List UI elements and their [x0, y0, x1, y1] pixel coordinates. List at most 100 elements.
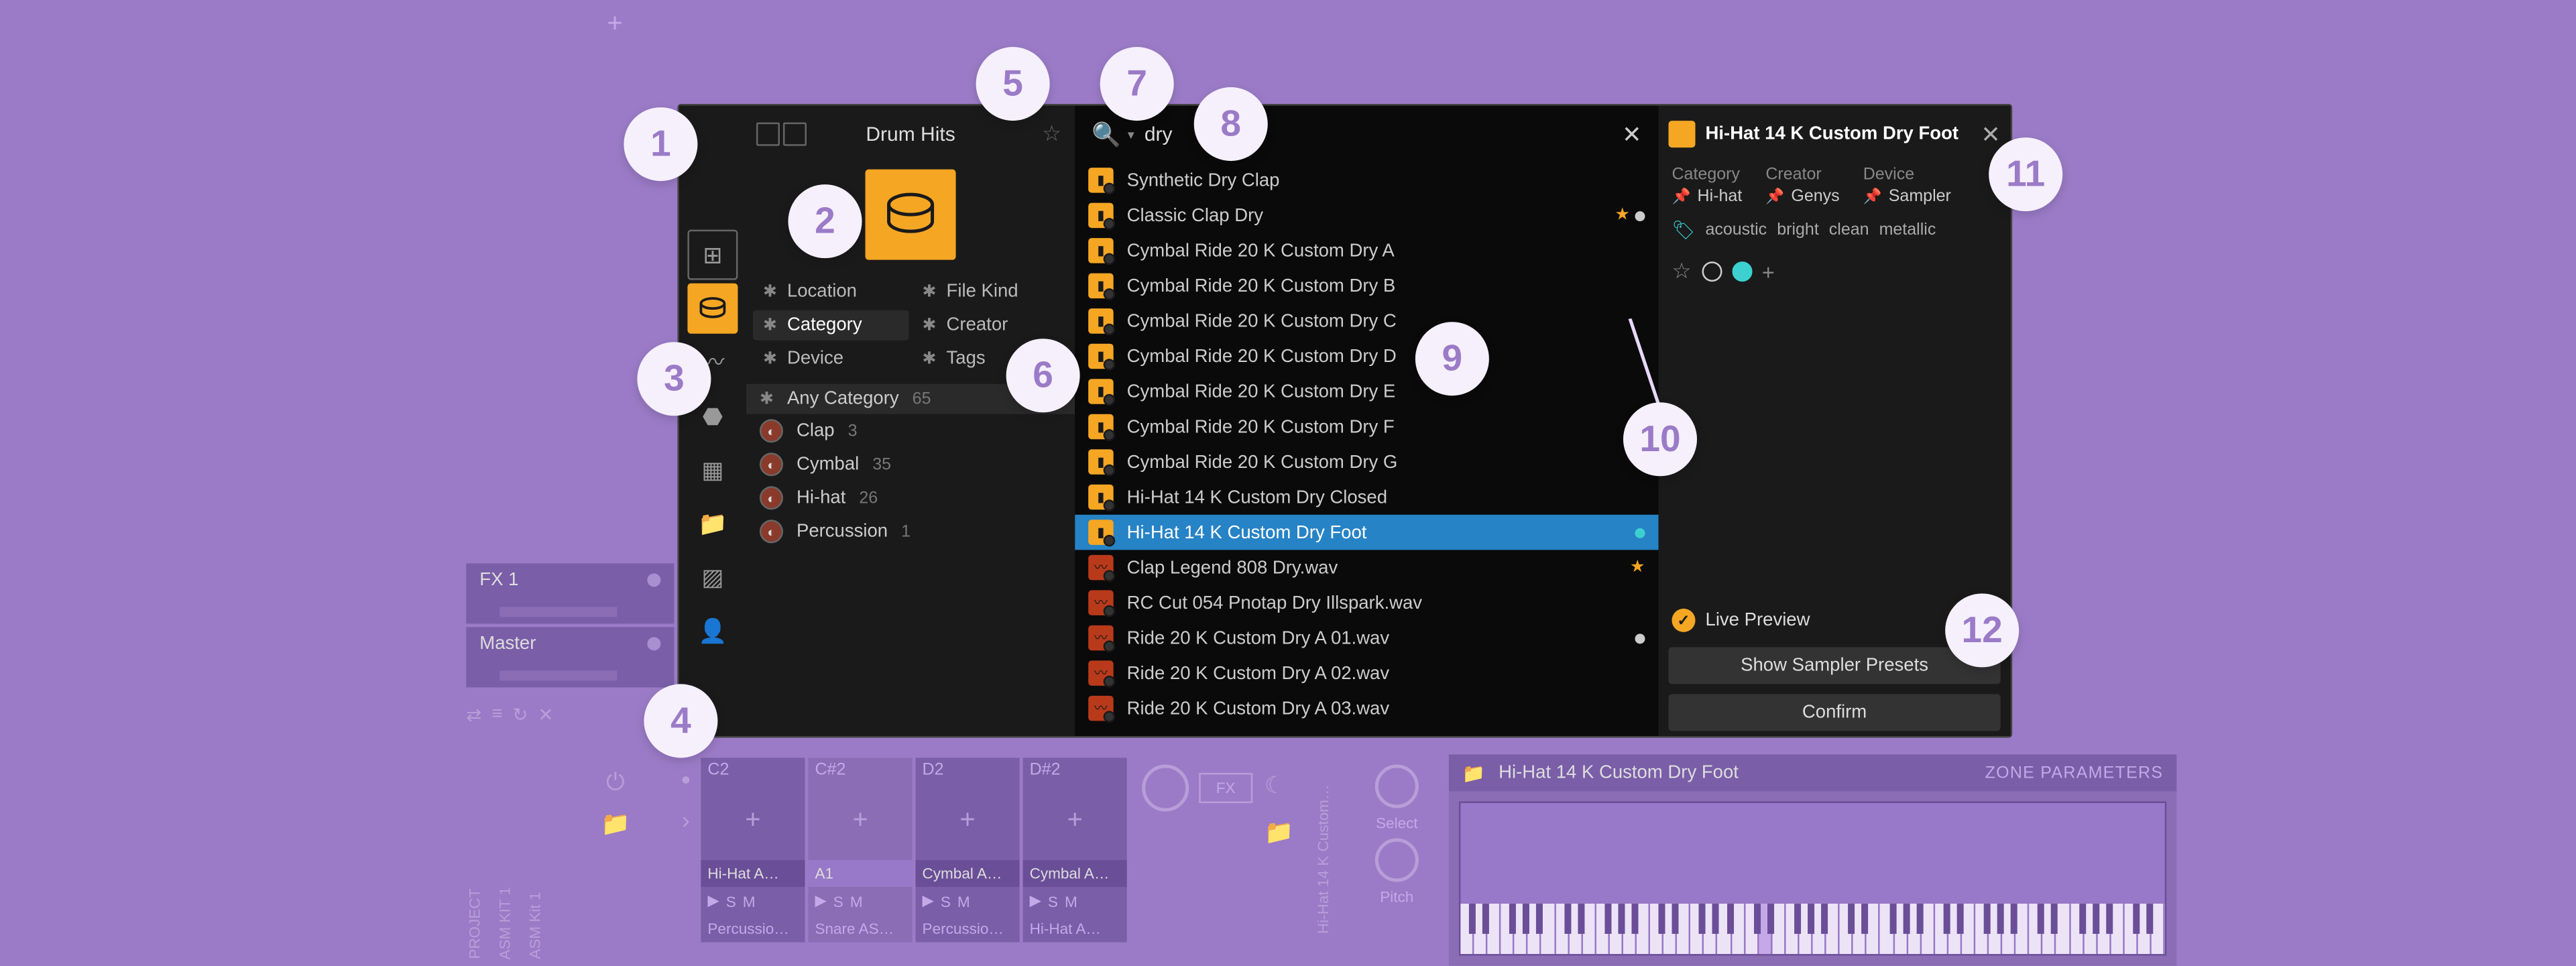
solo-button[interactable]: S — [833, 893, 843, 910]
tab-img-icon[interactable]: ▦ — [687, 444, 738, 495]
color-mark-cyan[interactable] — [1732, 261, 1752, 282]
mute-button[interactable]: M — [743, 893, 756, 910]
result-item[interactable]: ▮Cymbal Ride 20 K Custom Dry E — [1075, 374, 1658, 410]
result-name: Classic Clap Dry — [1127, 205, 1263, 225]
filter-filekind[interactable]: ✱File Kind — [913, 277, 1069, 307]
pin-icon[interactable]: 📌 — [1863, 188, 1882, 206]
live-preview-toggle[interactable]: ✓ — [1672, 609, 1695, 632]
result-item[interactable]: ▮Cymbal Ride 20 K Custom Dry C — [1075, 304, 1658, 339]
drum-cell[interactable]: C2 + Hi-Hat A… ▶SM Percussio… — [701, 758, 805, 942]
drum-cell[interactable]: D2 + Cymbal A… ▶SM Percussio… — [916, 758, 1020, 942]
chevron-icon[interactable]: › — [682, 806, 690, 833]
track-master[interactable]: Master — [466, 627, 674, 687]
result-item[interactable]: ▮Classic Clap Dry★ — [1075, 198, 1658, 233]
cat-count: 1 — [901, 522, 911, 541]
callout-11: 11 — [1989, 137, 2062, 211]
track-fx1[interactable]: FX 1 — [466, 563, 674, 623]
result-item[interactable]: ▮Cymbal Ride 20 K Custom Dry D — [1075, 339, 1658, 374]
result-item[interactable]: ▮Hi-Hat 14 K Custom Dry Foot — [1075, 515, 1658, 550]
add-track-plus[interactable]: + — [607, 10, 622, 40]
fx-button[interactable]: FX — [1199, 773, 1252, 803]
result-item[interactable]: ▮Synthetic Dry Clap — [1075, 163, 1658, 198]
star-icon[interactable]: ☆ — [1672, 258, 1691, 285]
select-knob[interactable] — [1375, 764, 1419, 808]
play-icon[interactable]: ▶ — [923, 892, 934, 911]
keyboard-display[interactable] — [1459, 801, 2166, 955]
tab-grid-icon[interactable]: ⊞ — [687, 230, 738, 280]
result-item[interactable]: ▮Hi-Hat 14 K Custom Dry Closed — [1075, 479, 1658, 515]
gain-knob[interactable] — [1142, 764, 1189, 811]
mute-button[interactable]: M — [850, 893, 863, 910]
filter-category[interactable]: ✱Category — [753, 310, 909, 341]
cat-cymbal[interactable]: ◐Cymbal35 — [746, 448, 1075, 481]
search-icon[interactable]: 🔍 — [1092, 120, 1121, 149]
result-item[interactable]: ▮Cymbal Ride 20 K Custom Dry F — [1075, 409, 1658, 444]
play-icon[interactable]: ▶ — [815, 892, 826, 911]
tag[interactable]: bright — [1777, 221, 1819, 240]
cat-clap[interactable]: ◐Clap3 — [746, 414, 1075, 448]
power-icon[interactable]: ⏻ — [606, 768, 625, 796]
cell-note: C2 — [701, 758, 805, 783]
tool-icon[interactable]: ≡ — [491, 704, 502, 726]
layout-icon[interactable] — [756, 123, 780, 146]
solo-button[interactable]: S — [726, 893, 736, 910]
result-item[interactable]: ▮Cymbal Ride 20 K Custom Dry G — [1075, 444, 1658, 480]
add-mark-icon[interactable]: + — [1762, 259, 1775, 284]
tab-user-icon[interactable]: 👤 — [687, 605, 738, 656]
solo-button[interactable]: S — [1048, 893, 1058, 910]
track-level[interactable] — [500, 607, 617, 617]
folder-icon[interactable]: 📁 — [601, 810, 630, 839]
cell-add-icon[interactable]: + — [701, 783, 805, 860]
result-item[interactable]: ▮Cymbal Ride 20 K Custom Dry B — [1075, 268, 1658, 304]
search-dropdown-icon[interactable]: ▾ — [1128, 127, 1134, 142]
pin-icon[interactable]: 📌 — [1672, 188, 1690, 206]
tab-folder-icon[interactable]: 📁 — [687, 498, 738, 548]
close-icon[interactable]: ✕ — [538, 704, 553, 726]
cell-add-icon[interactable]: + — [916, 783, 1020, 860]
tag[interactable]: metallic — [1879, 221, 1936, 240]
pitch-knob[interactable] — [1375, 839, 1419, 882]
tag[interactable]: clean — [1829, 221, 1869, 240]
mute-button[interactable]: M — [957, 893, 970, 910]
drum-cell[interactable]: D#2 + Cymbal A… ▶SM Hi-Hat A… — [1023, 758, 1127, 942]
filter-creator[interactable]: ✱Creator — [913, 310, 1069, 341]
clear-search-icon[interactable]: ✕ — [1622, 120, 1641, 149]
filter-device[interactable]: ✱Device — [753, 344, 909, 374]
favorite-icon[interactable]: ☆ — [1042, 121, 1061, 147]
confirm-button[interactable]: Confirm — [1668, 694, 2000, 731]
track-level[interactable] — [500, 670, 617, 680]
play-icon[interactable]: ▶ — [1030, 892, 1041, 911]
tab-drum-icon[interactable] — [687, 284, 738, 334]
mute-button[interactable]: M — [1065, 893, 1077, 910]
tool-icon[interactable]: ⇄ — [466, 704, 481, 726]
cat-label: Hi-hat — [797, 488, 845, 508]
folder-icon[interactable]: 📁 — [1462, 762, 1485, 784]
result-item[interactable]: 〰Ride 20 K Custom Dry A 02.wav — [1075, 656, 1658, 691]
tab-pal-icon[interactable]: ▨ — [687, 552, 738, 602]
drum-cell[interactable]: C#2 + A1 ▶SM Snare AS… — [808, 758, 912, 942]
result-item[interactable]: ▮Cymbal Ride 20 K Custom Dry A — [1075, 233, 1658, 269]
filter-location[interactable]: ✱Location — [753, 277, 909, 307]
result-item[interactable]: 〰Ride 20 K Custom Dry A 01.wav — [1075, 620, 1658, 656]
pin-icon[interactable]: 📌 — [1765, 188, 1784, 206]
cell-add-icon[interactable]: + — [808, 783, 912, 860]
layout-icon[interactable] — [783, 123, 807, 146]
cat-perc[interactable]: ◐Percussion1 — [746, 515, 1075, 548]
result-item[interactable]: 〰RC Cut 054 Pnotap Dry Illspark.wav — [1075, 585, 1658, 621]
result-item[interactable]: 〰Clap Legend 808 Dry.wav★ — [1075, 550, 1658, 585]
cell-add-icon[interactable]: + — [1023, 783, 1127, 860]
tool-icon[interactable]: ↻ — [512, 704, 528, 726]
callout-10: 10 — [1623, 402, 1697, 476]
play-icon[interactable]: ▶ — [707, 892, 719, 911]
color-mark[interactable] — [1702, 261, 1722, 282]
show-presets-button[interactable]: Show Sampler Presets — [1668, 647, 2000, 684]
cat-hihat[interactable]: ◐Hi-hat26 — [746, 481, 1075, 515]
cell-name: A1 — [808, 860, 912, 887]
result-item[interactable]: 〰Ride 20 K Custom Dry A 03.wav — [1075, 690, 1658, 726]
tag[interactable]: acoustic — [1705, 221, 1767, 240]
folder-icon[interactable]: 📁 — [1265, 818, 1315, 847]
moon-icon[interactable]: ☾ — [1265, 771, 1285, 798]
dot-icon[interactable]: ● — [681, 771, 691, 790]
close-icon[interactable]: ✕ — [1981, 120, 2000, 149]
solo-button[interactable]: S — [941, 893, 951, 910]
